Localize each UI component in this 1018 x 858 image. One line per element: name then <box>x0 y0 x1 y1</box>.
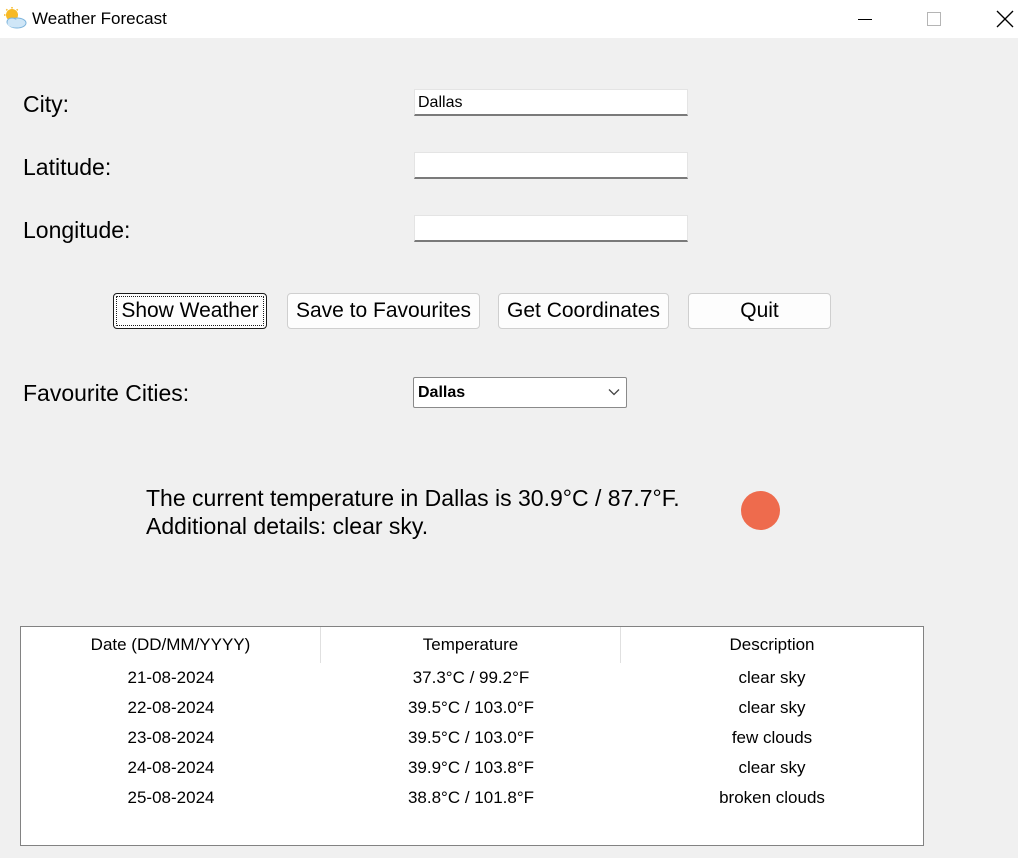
table-row[interactable]: 25-08-2024 38.8°C / 101.8°F broken cloud… <box>21 783 923 813</box>
save-to-favourites-button[interactable]: Save to Favourites <box>287 293 480 329</box>
forecast-table[interactable]: Date (DD/MM/YYYY) Temperature Descriptio… <box>20 626 924 846</box>
minimize-icon <box>858 19 872 20</box>
table-row[interactable]: 21-08-2024 37.3°C / 99.2°F clear sky <box>21 663 923 693</box>
close-button[interactable] <box>982 0 1018 38</box>
weather-indicator-circle <box>741 491 780 530</box>
favourite-cities-selected: Dallas <box>418 384 466 401</box>
city-label: City: <box>23 91 69 117</box>
favourite-cities-dropdown[interactable]: Dallas <box>413 377 627 408</box>
table-header: Date (DD/MM/YYYY) Temperature Descriptio… <box>21 627 923 663</box>
latitude-input[interactable] <box>414 152 688 179</box>
cell-temperature: 37.3°C / 99.2°F <box>412 668 530 687</box>
cell-description: few clouds <box>731 728 813 747</box>
favourite-cities-label: Favourite Cities: <box>23 380 190 406</box>
additional-details-line: Additional details: clear sky. <box>146 513 429 539</box>
get-coordinates-button[interactable]: Get Coordinates <box>498 293 669 329</box>
table-row[interactable]: 23-08-2024 39.5°C / 103.0°F few clouds <box>21 723 923 753</box>
cell-description: clear sky <box>738 668 806 687</box>
cell-description: broken clouds <box>719 788 825 807</box>
cell-description: clear sky <box>738 758 806 777</box>
current-weather-text: The current temperature in Dallas is 30.… <box>146 484 680 540</box>
city-input[interactable]: Dallas <box>414 89 688 116</box>
latitude-label: Latitude: <box>23 154 112 180</box>
window-title: Weather Forecast <box>32 9 167 28</box>
cell-temperature: 38.8°C / 101.8°F <box>407 788 535 807</box>
title-bar[interactable]: Weather Forecast <box>0 0 1018 38</box>
column-header-temperature[interactable]: Temperature <box>321 627 621 663</box>
close-icon <box>996 10 1014 28</box>
longitude-input[interactable] <box>414 215 688 242</box>
maximize-icon <box>927 12 941 26</box>
cell-date: 25-08-2024 <box>127 788 215 807</box>
table-row[interactable]: 22-08-2024 39.5°C / 103.0°F clear sky <box>21 693 923 723</box>
cell-date: 22-08-2024 <box>127 698 215 717</box>
weather-forecast-window: Weather Forecast City: Dallas Latitude: … <box>0 0 1018 858</box>
column-header-date[interactable]: Date (DD/MM/YYYY) <box>21 627 321 663</box>
chevron-down-icon <box>608 389 620 396</box>
current-temperature-line: The current temperature in Dallas is 30.… <box>146 485 680 511</box>
cell-temperature: 39.5°C / 103.0°F <box>407 698 535 717</box>
cell-temperature: 39.9°C / 103.8°F <box>407 758 535 777</box>
minimize-button[interactable] <box>842 0 888 38</box>
show-weather-button[interactable]: Show Weather <box>113 293 267 329</box>
longitude-label: Longitude: <box>23 217 131 243</box>
cell-description: clear sky <box>738 698 806 717</box>
column-header-description[interactable]: Description <box>621 627 923 663</box>
cell-date: 21-08-2024 <box>127 668 215 687</box>
maximize-button[interactable] <box>911 0 957 38</box>
partly-cloudy-icon <box>3 7 27 29</box>
quit-button[interactable]: Quit <box>688 293 831 329</box>
cell-date: 24-08-2024 <box>127 758 215 777</box>
table-row[interactable]: 24-08-2024 39.9°C / 103.8°F clear sky <box>21 753 923 783</box>
cell-date: 23-08-2024 <box>127 728 215 747</box>
cell-temperature: 39.5°C / 103.0°F <box>407 728 535 747</box>
